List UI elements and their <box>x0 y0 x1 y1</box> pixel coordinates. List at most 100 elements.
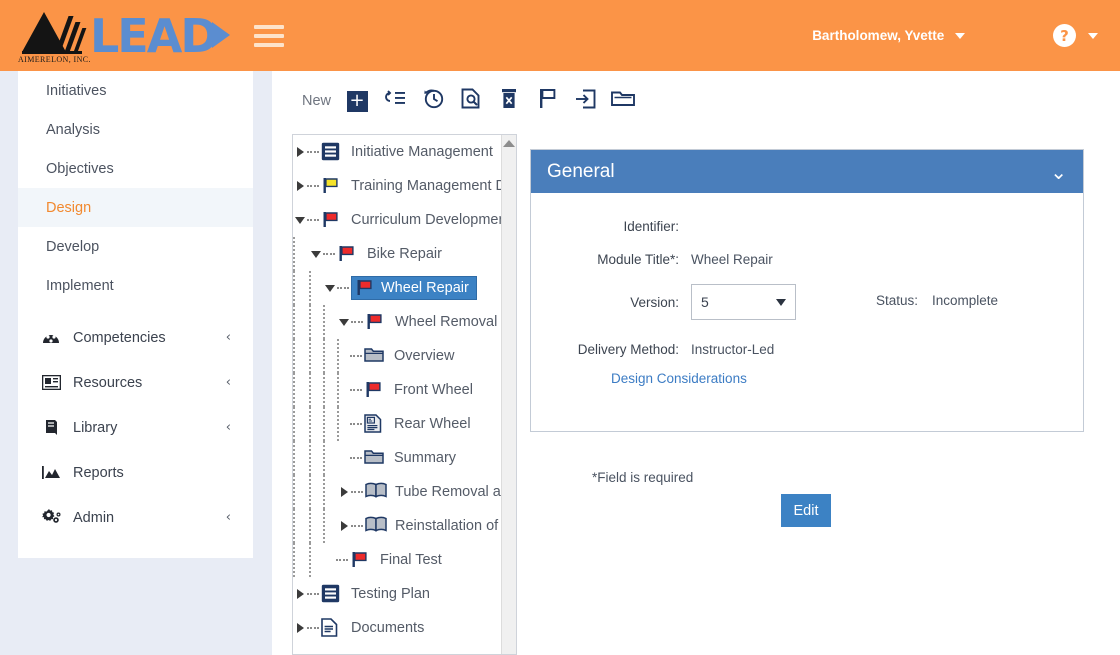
sidebar-card: Initiatives Analysis Objectives Design D… <box>18 71 253 558</box>
preview-button[interactable] <box>454 86 488 116</box>
action-toolbar: New + <box>302 86 644 116</box>
sidebar-item-label: Develop <box>46 238 100 255</box>
tree-node-summary[interactable]: Summary <box>293 441 502 475</box>
collapse-toggle-icon[interactable] <box>293 216 307 224</box>
tree-node-initiative-management[interactable]: Initiative Management <box>293 135 502 169</box>
tree-node-front-wheel[interactable]: Front Wheel <box>293 373 502 407</box>
tree-node-testing-plan[interactable]: Testing Plan <box>293 577 502 611</box>
add-new-button[interactable]: + <box>340 86 374 116</box>
delete-button[interactable] <box>492 86 526 116</box>
reports-icon <box>40 464 62 482</box>
tree-node-selected: Wheel Repair <box>351 276 477 300</box>
flag-icon <box>538 88 557 114</box>
chevron-down-icon <box>776 298 786 306</box>
sidebar-item-initiatives[interactable]: Initiatives <box>18 71 253 110</box>
book-icon <box>365 516 387 536</box>
competencies-icon <box>40 329 62 347</box>
module-title-label: Module Title*: <box>597 252 679 267</box>
flag-button[interactable] <box>530 86 564 116</box>
status-badge: Incomplete <box>932 293 999 308</box>
tree-scrollbar[interactable] <box>501 135 516 654</box>
edit-button[interactable]: Edit <box>781 494 831 527</box>
reorder-button[interactable] <box>378 86 412 116</box>
version-select[interactable]: 5 <box>691 284 796 320</box>
trash-icon <box>500 88 518 114</box>
plus-square-icon: + <box>346 90 368 112</box>
expand-toggle-icon[interactable] <box>293 623 307 633</box>
collapse-toggle-icon[interactable] <box>337 318 351 326</box>
expand-toggle-icon[interactable] <box>337 521 351 531</box>
expand-toggle-icon[interactable] <box>337 487 351 497</box>
folder-button[interactable] <box>606 86 640 116</box>
lead-arrow-icon <box>212 21 230 48</box>
tree-node-reinstallation[interactable]: Reinstallation of <box>293 509 502 543</box>
sidebar-item-label: Design <box>46 199 92 216</box>
resources-icon <box>40 374 62 392</box>
sidebar-item-develop[interactable]: Develop <box>18 227 253 266</box>
tree-node-label: Tube Removal a <box>395 484 501 500</box>
chevron-down-icon[interactable]: ⌄ <box>1050 162 1067 182</box>
sidebar-group-label: Admin <box>73 509 115 526</box>
tree-node-training-management-doc[interactable]: Training Management Doc <box>293 169 516 203</box>
tree-node-label: Summary <box>394 450 457 466</box>
tree-node-tube-removal[interactable]: Tube Removal a <box>293 475 502 509</box>
tree-node-label: Curriculum Development <box>351 212 511 228</box>
flag-red-icon <box>337 244 357 264</box>
sidebar-item-reports[interactable]: Reports <box>18 450 253 495</box>
move-in-button[interactable] <box>568 86 602 116</box>
sidebar-item-design[interactable]: Design <box>18 188 253 227</box>
tree-node-documents[interactable]: Documents <box>293 611 502 645</box>
sidebar-item-resources[interactable]: Resources ‹ <box>18 360 253 405</box>
chevron-left-icon: ‹ <box>225 510 231 525</box>
collapse-toggle-icon[interactable] <box>309 250 323 258</box>
aimerelon-logo-icon: AIMERELON, INC. <box>16 10 90 64</box>
tree-node-label: Reinstallation of <box>395 518 499 534</box>
indent-list-icon <box>384 89 406 114</box>
chevron-down-icon <box>955 33 965 40</box>
sidebar-item-admin[interactable]: Admin ‹ <box>18 495 253 540</box>
history-button[interactable] <box>416 86 450 116</box>
library-icon <box>40 419 62 437</box>
flag-yellow-icon <box>321 176 341 196</box>
tree-node-label: Training Management Doc <box>351 178 517 194</box>
expand-toggle-icon[interactable] <box>293 147 307 157</box>
lead-wordmark-text: LEAD <box>90 8 219 63</box>
sidebar-item-objectives[interactable]: Objectives <box>18 149 253 188</box>
app-header: AIMERELON, INC. LEAD Bartholomew, Yvette… <box>0 0 1120 71</box>
sidebar-item-library[interactable]: Library ‹ <box>18 405 253 450</box>
sidebar-item-implement[interactable]: Implement <box>18 266 253 305</box>
flag-red-icon <box>350 550 370 570</box>
general-panel-header[interactable]: General ⌄ <box>531 150 1083 193</box>
tree-node-label: Initiative Management <box>351 144 493 160</box>
chevron-left-icon: ‹ <box>225 330 231 345</box>
tree-node-overview[interactable]: Overview <box>293 339 502 373</box>
hamburger-icon[interactable] <box>254 24 284 47</box>
page-icon <box>321 618 341 638</box>
folder-icon <box>364 346 384 366</box>
module-title-value: Wheel Repair <box>691 252 773 267</box>
design-considerations-link[interactable]: Design Considerations <box>611 371 747 386</box>
new-label: New <box>302 93 332 109</box>
help-menu[interactable]: ? <box>1053 24 1098 47</box>
book-icon <box>365 482 387 502</box>
tree-node-label: Wheel Repair <box>381 280 469 296</box>
scroll-up-arrow-icon[interactable] <box>503 140 515 147</box>
user-menu[interactable]: Bartholomew, Yvette <box>812 28 965 43</box>
expand-toggle-icon[interactable] <box>293 589 307 599</box>
tree-node-rear-wheel[interactable]: Rear Wheel <box>293 407 502 441</box>
tree-node-final-test[interactable]: Final Test <box>293 543 502 577</box>
tree-node-wheel-removal[interactable]: Wheel Removal <box>293 305 502 339</box>
tree-node-bike-repair[interactable]: Bike Repair <box>293 237 502 271</box>
tree-node-wheel-repair[interactable]: Wheel Repair <box>293 271 502 305</box>
module-tree: Initiative Management Training Managemen… <box>293 135 516 645</box>
brand-subtitle: AIMERELON, INC. <box>18 54 91 64</box>
expand-toggle-icon[interactable] <box>293 181 307 191</box>
tree-node-label: Documents <box>351 620 425 636</box>
module-tree-panel[interactable]: Initiative Management Training Managemen… <box>292 134 517 655</box>
flag-red-icon <box>355 278 375 298</box>
tree-node-curriculum-development[interactable]: Curriculum Development <box>293 203 511 237</box>
brand-logo[interactable]: AIMERELON, INC. LEAD <box>16 8 230 64</box>
collapse-toggle-icon[interactable] <box>323 284 337 292</box>
sidebar-item-analysis[interactable]: Analysis <box>18 110 253 149</box>
sidebar-item-competencies[interactable]: Competencies ‹ <box>18 315 253 360</box>
